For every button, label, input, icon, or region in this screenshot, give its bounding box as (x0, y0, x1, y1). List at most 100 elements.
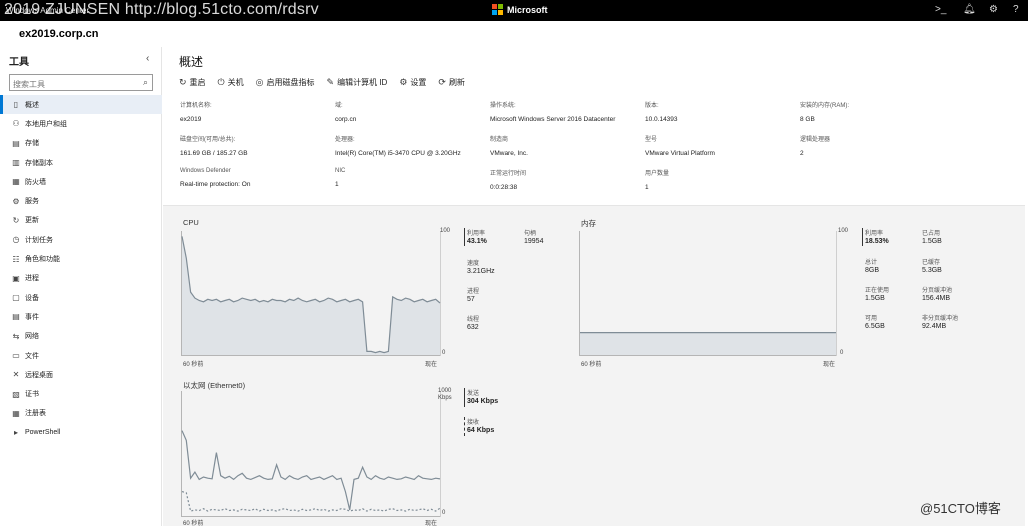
property-label: 型号 (645, 137, 658, 143)
sidebar-item-label: 服务 (25, 198, 39, 206)
sidebar-item-label: 注册表 (25, 410, 46, 418)
property-8: 型号 VMware Virtual Platform (645, 134, 795, 157)
memory-x-start: 60 秒前 (581, 362, 602, 368)
sidebar-item-label: 文件 (25, 352, 39, 360)
sidebar-item-firewall[interactable]: ▦ 防火墙 (0, 172, 162, 191)
events-icon: ▤ (12, 312, 20, 322)
sidebar-item-updates[interactable]: ↻ 更新 (0, 211, 162, 230)
cpu-chart-title: CPU (183, 218, 199, 227)
memory-stat-usage: 利用率 18.53% (865, 231, 889, 245)
overview-icon: ▯ (13, 100, 19, 110)
cpu-x-start: 60 秒前 (183, 362, 204, 368)
property-label: 用户数量 (645, 171, 670, 177)
action-label: 重启 (189, 78, 206, 87)
collapse-sidebar-icon[interactable]: ‹ (146, 53, 149, 64)
sidebar-item-roles[interactable]: ☷ 角色和功能 (0, 249, 162, 268)
sidebar-item-events[interactable]: ▤ 事件 (0, 307, 162, 326)
network-icon: ⇆ (12, 331, 20, 341)
services-icon: ⚙ (12, 196, 20, 206)
sidebar-item-overview[interactable]: ▯ 概述 (0, 95, 162, 115)
memory-y-max: 100 (838, 228, 849, 234)
refresh-button[interactable]: ⟳ 刷新 (438, 77, 465, 88)
search-tools-input[interactable]: 搜索工具 ⌕ (9, 74, 153, 91)
sidebar-item-network[interactable]: ⇆ 网络 (0, 327, 162, 346)
sidebar-item-certificates[interactable]: ▧ 证书 (0, 384, 162, 403)
server-name: ex2019.corp.cn (19, 28, 99, 40)
memory-usage-marker (862, 228, 863, 246)
gear-icon: ⚙ (399, 77, 408, 87)
sidebar-item-label: 计划任务 (25, 236, 53, 244)
microsoft-brand: Microsoft (492, 4, 548, 15)
bell-icon[interactable]: 🔔︎ (963, 4, 976, 15)
property-label: 安装的内存(RAM): (800, 103, 849, 109)
storage-replica-icon: ▥ (12, 158, 20, 168)
devices-icon: ▢ (12, 293, 20, 303)
cpu-area (182, 236, 440, 355)
property-label: 版本: (645, 103, 659, 109)
action-label: 设置 (410, 78, 427, 87)
ethernet-y-unit: Kbps (438, 395, 452, 401)
restart-icon: ↻ (179, 77, 187, 87)
memory-stat-cached: 已缓存 5.3GB (922, 260, 942, 274)
sidebar-item-remote-desktop[interactable]: ✕ 远程桌面 (0, 365, 162, 384)
property-value: corp.cn (335, 116, 357, 123)
property-value: 10.0.14393 (645, 116, 678, 123)
restart-button[interactable]: ↻ 重启 (179, 77, 206, 88)
certificates-icon: ▧ (12, 389, 20, 399)
sidebar-item-powershell[interactable]: ▸ PowerShell (0, 423, 162, 442)
sidebar-item-registry[interactable]: ▦ 注册表 (0, 404, 162, 423)
roles-icon: ☷ (12, 254, 20, 264)
cpu-stat-usage: 利用率 43.1% (467, 231, 487, 245)
sidebar-item-storage-replica[interactable]: ▥ 存储副本 (0, 153, 162, 172)
users-icon: ⚇ (12, 119, 20, 129)
property-label: 磁盘空间(可用/总共): (180, 137, 236, 143)
property-label: 处理器: (335, 137, 355, 143)
property-5: 磁盘空间(可用/总共): 161.69 GB / 185.27 GB (180, 134, 330, 157)
property-value: 1 (335, 181, 339, 188)
sidebar-item-processes[interactable]: ▣ 进程 (0, 269, 162, 288)
sidebar-item-files[interactable]: ▭ 文件 (0, 346, 162, 365)
edit-button[interactable]: ✎ 编辑计算机 ID (327, 77, 388, 88)
cpu-stat-handles: 句柄 19954 (524, 231, 544, 245)
memory-stat-committed: 已占用 1.5GB (922, 231, 942, 245)
gear-icon[interactable]: ⚙ (989, 4, 998, 15)
property-1: 域: corp.cn (335, 100, 485, 123)
search-placeholder: 搜索工具 (13, 80, 45, 89)
storage-icon: ▤ (12, 138, 20, 148)
ethernet-chart-title: 以太网 (Ethernet0) (183, 381, 246, 390)
corner-watermark: @51CTO博客 (920, 501, 1001, 516)
updates-icon: ↻ (12, 215, 20, 225)
cpu-usage-marker (464, 228, 465, 246)
power-button[interactable]: ⏻ 关机 (218, 77, 244, 88)
cpu-stat-threads: 线程 632 (467, 317, 480, 331)
refresh-icon: ⟳ (438, 77, 446, 87)
firewall-icon: ▦ (12, 177, 20, 187)
sidebar-item-label: 存储副本 (25, 159, 53, 167)
gear-button[interactable]: ⚙ 设置 (399, 77, 426, 88)
ethernet-stat-receive: 接收 64 Kbps (467, 420, 495, 434)
tool-list: ▯ 概述 ⚇ 本地用户和组 ▤ 存储 ▥ 存储副本 ▦ 防火墙 ⚙ 服务 ↻ 更新 ◷ 计划任务 ☷ 角色和功能 ▣… (0, 95, 162, 442)
property-3: 版本: 10.0.14393 (645, 100, 795, 123)
sidebar-item-devices[interactable]: ▢ 设备 (0, 288, 162, 307)
disk-metrics-button[interactable]: ◎ 启用磁盘指标 (256, 77, 315, 88)
property-9: 逻辑处理器 2 (800, 134, 950, 157)
ethernet-series-line-0 (181, 430, 441, 511)
search-icon[interactable]: ⌕ (143, 77, 148, 88)
sidebar-item-users[interactable]: ⚇ 本地用户和组 (0, 114, 162, 133)
sidebar-item-scheduled-tasks[interactable]: ◷ 计划任务 (0, 230, 162, 249)
memory-area (580, 332, 836, 355)
page-title: 概述 (179, 55, 204, 69)
sidebar-item-label: 本地用户和组 (25, 120, 67, 128)
property-6: 处理器: Intel(R) Core(TM) i5-3470 CPU @ 3.20… (335, 134, 485, 157)
sidebar-item-label: 概述 (25, 101, 39, 109)
brand-label: Microsoft (507, 4, 548, 15)
sidebar-item-storage[interactable]: ▤ 存储 (0, 134, 162, 153)
help-icon[interactable]: ? (1013, 4, 1019, 15)
property-value: VMware Virtual Platform (645, 150, 715, 157)
cpu-x-end: 现在 (425, 362, 438, 368)
sidebar-item-services[interactable]: ⚙ 服务 (0, 191, 162, 210)
terminal-icon[interactable]: >_ (935, 4, 946, 15)
ethernet-y-min: 0 (442, 510, 446, 516)
ethernet-x-start: 60 秒前 (183, 521, 204, 526)
property-11: NIC 1 (335, 168, 485, 188)
